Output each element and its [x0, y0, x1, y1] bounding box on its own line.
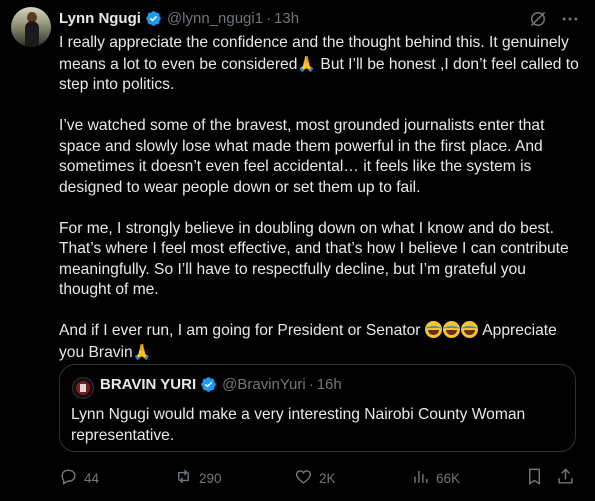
repost-count: 290 — [199, 470, 222, 486]
paragraph-3: For me, I strongly believe in doubling d… — [59, 219, 569, 299]
reply-icon — [59, 467, 78, 489]
quoted-tweet-text: Lynn Ngugi would make a very interesting… — [71, 406, 526, 444]
paragraph-4-text-a: And if I ever run, I am going for Presid… — [59, 322, 425, 339]
like-count: 2K — [319, 470, 336, 486]
folded-hands-emoji: 🙏 — [297, 54, 317, 73]
reply-count: 44 — [84, 470, 100, 486]
top-actions — [527, 8, 581, 30]
paragraph-2: I’ve watched some of the bravest, most g… — [59, 117, 545, 196]
separator-dot: · — [308, 376, 314, 393]
action-bar: 44 290 2K 66K — [59, 467, 579, 489]
author-avatar[interactable] — [11, 7, 51, 47]
bookmark-button[interactable] — [525, 467, 544, 489]
view-count: 66K — [436, 470, 461, 486]
tweet: Lynn Ngugi @lynn_ngugi1 · 13h I really a… — [0, 0, 595, 501]
laughing-emoji — [442, 321, 460, 338]
tweet-text: I really appreciate the confidence and t… — [59, 33, 579, 384]
author-handle[interactable]: @lynn_ngugi1 — [167, 10, 263, 27]
tweet-header: Lynn Ngugi @lynn_ngugi1 · 13h — [59, 7, 299, 29]
verified-badge-icon — [200, 376, 217, 393]
views-icon — [411, 467, 430, 489]
quoted-author-avatar[interactable] — [72, 377, 94, 399]
separator-dot: · — [266, 9, 272, 27]
reply-button[interactable]: 44 — [59, 467, 99, 489]
tweet-time[interactable]: 13h — [274, 10, 299, 27]
paragraph-4: And if I ever run, I am going for Presid… — [59, 321, 579, 363]
repost-icon — [174, 467, 193, 489]
folded-hands-emoji: 🙏 — [132, 342, 152, 361]
heart-icon — [294, 467, 313, 489]
views-button[interactable]: 66K — [411, 467, 460, 489]
laughing-emoji — [424, 321, 442, 338]
paragraph-1: I really appreciate the confidence and t… — [59, 33, 579, 96]
more-icon[interactable] — [559, 8, 581, 30]
quoted-author-name[interactable]: BRAVIN YURI — [100, 376, 196, 393]
quoted-tweet-time[interactable]: 16h — [317, 376, 342, 393]
quoted-tweet[interactable]: BRAVIN YURI @BravinYuri · 16h Lynn Ngugi… — [59, 364, 576, 452]
repost-button[interactable]: 290 — [174, 467, 222, 489]
verified-badge-icon — [145, 10, 162, 27]
author-name[interactable]: Lynn Ngugi — [59, 10, 141, 27]
like-button[interactable]: 2K — [294, 467, 336, 489]
laughing-emoji — [460, 321, 478, 338]
quoted-author-handle[interactable]: @BravinYuri — [222, 376, 306, 393]
grok-icon[interactable] — [527, 8, 549, 30]
share-icon — [556, 467, 575, 489]
bookmark-icon — [525, 467, 544, 489]
share-button[interactable] — [556, 467, 575, 489]
quoted-tweet-header: BRAVIN YURI @BravinYuri · 16h — [100, 376, 342, 393]
